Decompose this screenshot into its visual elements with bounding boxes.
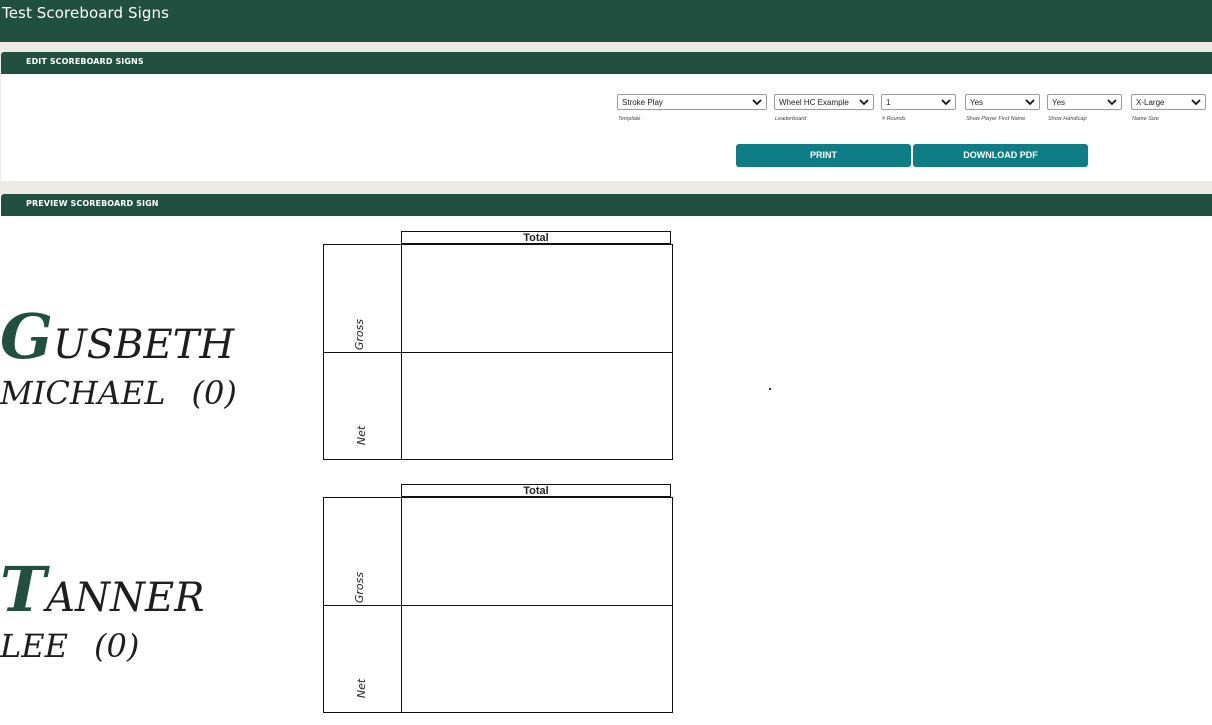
edit-panel-title: EDIT SCOREBOARD SIGNS: [26, 57, 144, 66]
edit-panel-header: EDIT SCOREBOARD SIGNS: [1, 52, 1212, 74]
stray-dot: [769, 388, 771, 390]
gross-label: Gross: [353, 318, 367, 351]
player-first-name: MICHAEL: [0, 374, 166, 412]
rounds-select-value: 1: [886, 98, 891, 107]
player-last-name: TANNER: [0, 553, 204, 626]
download-pdf-button[interactable]: DOWNLOAD PDF: [913, 144, 1088, 167]
template-select[interactable]: Stroke Play: [617, 94, 767, 110]
player-last-name: GUSBETH: [0, 300, 234, 373]
leaderboard-select-value: Wheel HC Example: [779, 98, 849, 107]
last-name-initial: G: [0, 300, 53, 373]
leaderboard-select-group: Wheel HC Example Leaderboard: [774, 94, 874, 122]
grid-divider: [324, 605, 672, 606]
name-size-value: X-Large: [1136, 98, 1165, 107]
page-title: Test Scoreboard Signs: [2, 4, 170, 22]
preview-panel-header: PREVIEW SCOREBOARD SIGN: [1, 194, 1212, 216]
player-handicap: (0): [191, 374, 237, 412]
player-handicap: (0): [93, 627, 140, 665]
preview-panel-title: PREVIEW SCOREBOARD SIGN: [26, 199, 159, 208]
last-name-initial: T: [0, 553, 47, 626]
total-header: Total: [401, 484, 671, 497]
score-grid: Gross Net: [323, 244, 673, 460]
chevron-down-icon: [941, 99, 951, 106]
show-first-name-label: Show Player First Name: [966, 116, 1026, 122]
last-name-rest: USBETH: [52, 322, 235, 368]
rounds-select-group: 1 # Rounds: [881, 94, 956, 122]
name-size-select-group: X-Large Name Size: [1131, 94, 1206, 122]
name-size-label: Name Size: [1132, 116, 1159, 122]
show-first-name-value: Yes: [970, 98, 984, 107]
gross-label: Gross: [353, 571, 367, 604]
chevron-down-icon: [752, 99, 762, 106]
show-handicap-select[interactable]: Yes: [1047, 94, 1122, 110]
rounds-label: # Rounds: [882, 116, 906, 122]
leaderboard-label: Leaderboard: [775, 116, 807, 122]
player-first-name-row: MICHAEL (0): [0, 374, 237, 412]
rounds-select[interactable]: 1: [881, 94, 956, 110]
handicap-select-group: Yes Show Handicap: [1047, 94, 1122, 122]
template-select-group: Stroke Play Template: [617, 94, 767, 122]
chevron-down-icon: [1191, 99, 1201, 106]
player-first-name: LEE: [0, 627, 68, 665]
grid-divider: [324, 352, 672, 353]
show-first-name-select[interactable]: Yes: [965, 94, 1040, 110]
player-first-name-row: LEE (0): [0, 627, 139, 665]
chevron-down-icon: [1025, 99, 1035, 106]
leaderboard-select[interactable]: Wheel HC Example: [774, 94, 874, 110]
top-bar: Test Scoreboard Signs: [0, 0, 1212, 42]
template-select-value: Stroke Play: [622, 98, 663, 107]
print-button[interactable]: PRINT: [736, 144, 911, 167]
template-label: Template: [618, 116, 641, 122]
chevron-down-icon: [859, 99, 869, 106]
total-header: Total: [401, 231, 671, 244]
name-size-select[interactable]: X-Large: [1131, 94, 1206, 110]
last-name-rest: ANNER: [46, 575, 205, 621]
chevron-down-icon: [1107, 99, 1117, 106]
show-handicap-value: Yes: [1052, 98, 1066, 107]
show-handicap-label: Show Handicap: [1048, 116, 1087, 122]
score-grid: Gross Net: [323, 497, 673, 713]
net-label: Net: [355, 425, 369, 446]
first-name-select-group: Yes Show Player First Name: [965, 94, 1040, 122]
net-label: Net: [355, 678, 369, 699]
